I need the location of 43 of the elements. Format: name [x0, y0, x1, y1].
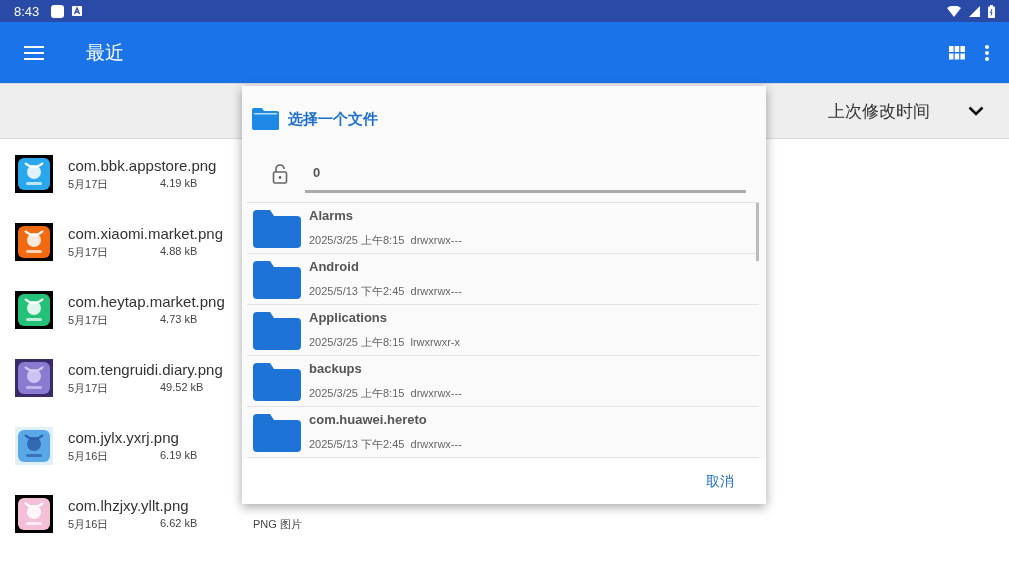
file-date: 5月17日 — [68, 177, 110, 192]
folder-icon — [253, 261, 301, 299]
file-date: 5月16日 — [68, 517, 110, 532]
file-type: PNG 图片 — [253, 517, 302, 532]
folder-item[interactable]: Alarms 2025/3/25 上午8:15 drwxrwx--- — [247, 203, 759, 254]
folder-icon — [253, 210, 301, 248]
folder-item[interactable]: Applications 2025/3/25 上午8:15 lrwxrwxr-x — [247, 305, 759, 356]
file-name: com.heytap.market.png — [68, 293, 226, 311]
file-size: 6.62 kB — [160, 517, 199, 531]
file-name: com.xiaomi.market.png — [68, 225, 225, 243]
sort-label[interactable]: 上次修改时间 — [828, 99, 930, 123]
notification-icon — [51, 4, 65, 18]
signal-icon — [969, 5, 980, 17]
file-size: 4.88 kB — [160, 245, 199, 259]
status-time: 8:43 — [14, 3, 40, 19]
file-size: 4.73 kB — [160, 313, 199, 327]
file-size: 4.19 kB — [160, 177, 199, 191]
file-name: com.lhzjxy.yllt.png — [68, 497, 190, 515]
battery-icon — [988, 4, 995, 18]
file-name: com.bbk.appstore.png — [68, 157, 218, 175]
notification-icon — [72, 6, 83, 16]
folder-item[interactable]: Android 2025/5/13 下午2:45 drwxrwx--- — [247, 254, 759, 305]
path-field[interactable]: 0 — [305, 155, 746, 193]
unlock-icon[interactable] — [272, 164, 288, 184]
folder-icon — [253, 312, 301, 350]
file-name: com.jylx.yxrj.png — [68, 429, 180, 447]
file-date: 5月17日 — [68, 313, 110, 328]
folder-icon — [251, 107, 280, 131]
folder-item[interactable]: backups 2025/3/25 上午8:15 drwxrwx--- — [247, 356, 759, 407]
app-title: 最近 — [86, 40, 124, 65]
file-date: 5月17日 — [68, 381, 110, 396]
folder-icon — [253, 414, 301, 452]
folder-item[interactable]: com.huawei.hereto 2025/5/13 下午2:45 drwxrwx--- — [247, 407, 759, 458]
folder-icon — [253, 363, 301, 401]
file-date: 5月17日 — [68, 245, 110, 260]
chevron-down-icon[interactable] — [968, 106, 984, 116]
file-date: 5月16日 — [68, 449, 110, 464]
file-name: com.tengruidi.diary.png — [68, 361, 224, 379]
wifi-icon — [947, 5, 961, 17]
cancel-button[interactable]: 取消 — [700, 468, 740, 495]
dialog-title: 选择一个文件 — [288, 109, 378, 129]
file-size: 6.19 kB — [160, 449, 199, 463]
file-size: 49.52 kB — [160, 381, 205, 395]
